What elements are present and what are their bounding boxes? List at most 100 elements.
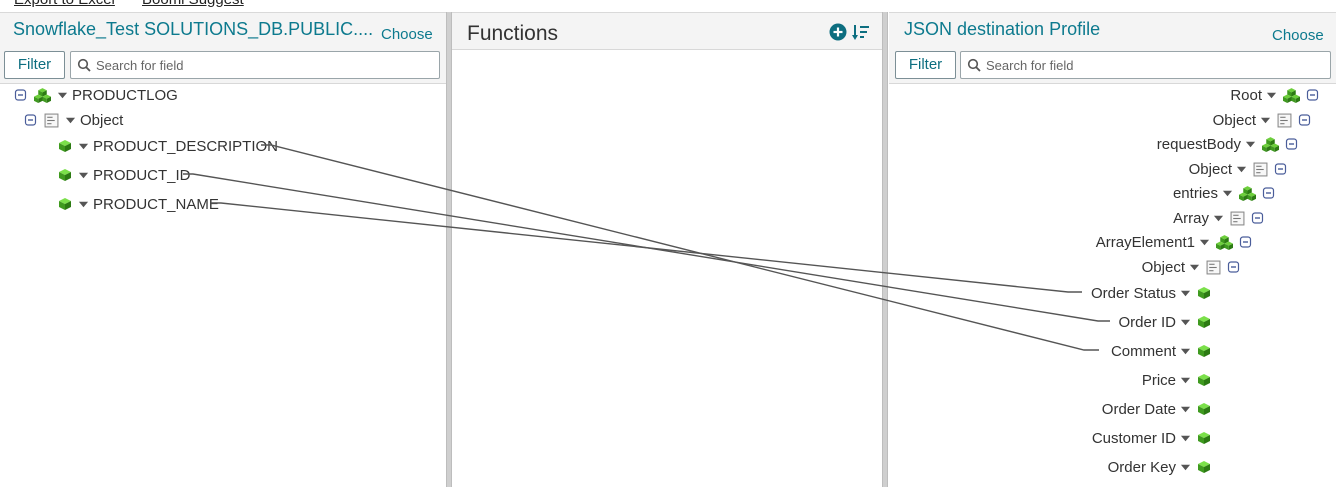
functions-header: Functions <box>452 13 882 50</box>
field-label: Customer ID <box>1091 429 1176 447</box>
field-label: Comment <box>1110 342 1176 360</box>
destination-search-input[interactable] <box>986 56 1316 74</box>
green-cube-icon <box>1198 374 1210 386</box>
search-icon <box>967 58 981 72</box>
green-cube-icon <box>1198 403 1210 415</box>
tree-node-root: Root <box>1230 85 1320 105</box>
green-cubes-icon <box>1216 234 1233 250</box>
tree-node-object: Object <box>24 110 123 130</box>
minus-square-icon[interactable] <box>1239 235 1253 249</box>
panel-resize-handle-right[interactable] <box>882 12 888 487</box>
green-cube-icon <box>59 198 71 210</box>
functions-panel: Functions <box>452 12 882 487</box>
minus-square-icon[interactable] <box>1227 260 1241 274</box>
tree-field-price[interactable]: Price <box>1142 370 1211 390</box>
caret-down-icon[interactable] <box>1266 90 1277 101</box>
green-cubes-icon <box>1283 87 1300 103</box>
caret-down-icon[interactable] <box>1245 139 1256 150</box>
search-icon <box>77 58 91 72</box>
tree-field-order-key[interactable]: Order Key <box>1108 457 1211 477</box>
minus-square-icon[interactable] <box>1298 113 1312 127</box>
tree-field-product-id[interactable]: PRODUCT_ID <box>58 165 191 185</box>
caret-down-icon[interactable] <box>1199 237 1210 248</box>
caret-down-icon[interactable] <box>1180 346 1191 357</box>
field-label: PRODUCT_DESCRIPTION <box>93 137 279 155</box>
destination-panel-header: JSON destination Profile Choose <box>889 13 1336 50</box>
caret-down-icon[interactable] <box>1180 433 1191 444</box>
destination-filter-bar: Filter <box>889 50 1336 84</box>
tree-node-label: Object <box>1212 111 1256 129</box>
tree-field-order-status[interactable]: Order Status <box>1091 283 1211 303</box>
tree-field-order-id[interactable]: Order ID <box>1118 312 1211 332</box>
caret-down-icon[interactable] <box>1180 404 1191 415</box>
caret-down-icon[interactable] <box>78 170 89 181</box>
tree-node-label: Array <box>1173 209 1209 227</box>
green-cubes-icon <box>1262 136 1279 152</box>
field-label: Order ID <box>1118 313 1176 331</box>
tree-field-product-description[interactable]: PRODUCT_DESCRIPTION <box>58 136 278 156</box>
tree-field-order-date[interactable]: Order Date <box>1102 399 1211 419</box>
tree-node-array: Array <box>1173 208 1265 228</box>
object-doc-icon <box>1253 162 1268 176</box>
green-cubes-icon <box>1239 185 1256 201</box>
object-doc-icon <box>1206 260 1221 274</box>
green-cube-icon <box>1198 287 1210 299</box>
minus-square-icon[interactable] <box>1306 88 1320 102</box>
caret-down-icon[interactable] <box>1189 262 1200 273</box>
object-doc-icon <box>1277 113 1292 127</box>
source-choose-link[interactable]: Choose <box>381 26 433 43</box>
field-label: Order Status <box>1090 284 1176 302</box>
green-cube-icon <box>1198 461 1210 473</box>
destination-filter-button[interactable]: Filter <box>895 51 956 79</box>
destination-search-box[interactable] <box>960 51 1331 79</box>
destination-choose-link[interactable]: Choose <box>1272 27 1324 44</box>
caret-down-icon[interactable] <box>65 115 76 126</box>
caret-down-icon[interactable] <box>1213 213 1224 224</box>
minus-square-icon[interactable] <box>1262 186 1276 200</box>
source-search-input[interactable] <box>96 56 426 74</box>
tree-node-label: ArrayElement1 <box>1095 233 1195 251</box>
green-cube-icon <box>1198 345 1210 357</box>
export-to-excel-link[interactable]: Export to Excel <box>14 0 115 8</box>
sort-icon[interactable] <box>852 23 870 41</box>
tree-field-comment[interactable]: Comment <box>1111 341 1211 361</box>
green-cube-icon <box>59 169 71 181</box>
caret-down-icon[interactable] <box>1222 188 1233 199</box>
minus-square-icon[interactable] <box>24 113 38 127</box>
tree-node-entries: entries <box>1173 183 1276 203</box>
caret-down-icon[interactable] <box>1180 317 1191 328</box>
caret-down-icon[interactable] <box>78 141 89 152</box>
minus-square-icon[interactable] <box>14 88 28 102</box>
green-cube-icon <box>1198 316 1210 328</box>
tree-node-label: Root <box>1230 86 1262 104</box>
minus-square-icon[interactable] <box>1251 211 1265 225</box>
functions-title: Functions <box>467 22 559 45</box>
caret-down-icon[interactable] <box>1180 375 1191 386</box>
destination-profile-title: JSON destination Profile <box>904 19 1101 39</box>
caret-down-icon[interactable] <box>1260 115 1271 126</box>
tree-node-object: Object <box>1142 257 1241 277</box>
minus-square-icon[interactable] <box>1285 137 1299 151</box>
caret-down-icon[interactable] <box>78 199 89 210</box>
tree-field-customer-id[interactable]: Customer ID <box>1092 428 1211 448</box>
source-profile-title: Snowflake_Test SOLUTIONS_DB.PUBLIC.... <box>13 19 374 39</box>
caret-down-icon[interactable] <box>1236 164 1247 175</box>
minus-square-icon[interactable] <box>1274 162 1288 176</box>
tree-node-label: requestBody <box>1156 135 1241 153</box>
tree-node-label: Object <box>1141 258 1185 276</box>
green-cube-icon <box>59 140 71 152</box>
caret-down-icon[interactable] <box>57 90 68 101</box>
field-label: Price <box>1141 371 1176 389</box>
add-function-icon[interactable] <box>829 23 847 41</box>
tree-node-label: Object <box>1188 160 1232 178</box>
source-filter-button[interactable]: Filter <box>4 51 65 79</box>
caret-down-icon[interactable] <box>1180 288 1191 299</box>
tree-field-product-name[interactable]: PRODUCT_NAME <box>58 194 219 214</box>
source-search-box[interactable] <box>70 51 440 79</box>
top-toolbar: Export to Excel Boomi Suggest <box>0 0 1336 12</box>
source-panel-header: Snowflake_Test SOLUTIONS_DB.PUBLIC.... C… <box>0 13 446 50</box>
caret-down-icon[interactable] <box>1180 462 1191 473</box>
boomi-suggest-link[interactable]: Boomi Suggest <box>142 0 244 8</box>
tree-node-label: Object <box>80 111 124 129</box>
object-doc-icon <box>44 113 59 127</box>
